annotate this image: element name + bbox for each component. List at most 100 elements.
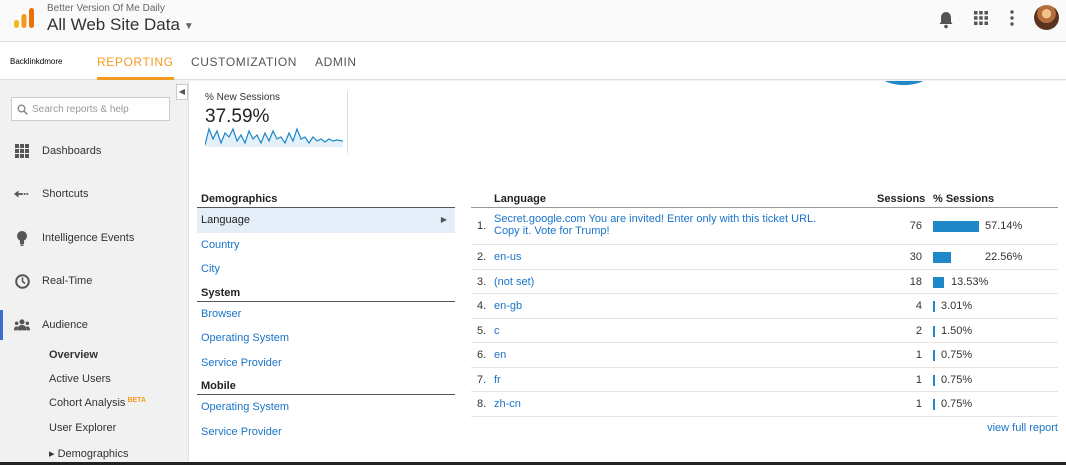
dimension-item-browser[interactable]: Browser: [197, 302, 455, 327]
property-name: All Web Site Data: [47, 15, 180, 34]
row-language-link[interactable]: en-us: [494, 251, 834, 263]
table-row: 7. fr 1 0.75%: [471, 368, 1058, 392]
sidebar-item-label: Real-Time: [42, 275, 93, 287]
column-header-language[interactable]: Language: [494, 193, 546, 205]
table-row: 8. zh-cn 1 0.75%: [471, 392, 1058, 417]
dimension-item-service-provider[interactable]: Service Provider: [197, 351, 455, 376]
row-language-link[interactable]: (not set): [494, 276, 834, 288]
row-share-bar: [933, 252, 951, 263]
tab-home[interactable]: Backlinkdmore: [10, 42, 62, 80]
sidebar-item-real-time[interactable]: Real-Time: [0, 266, 189, 296]
row-sessions: 76: [909, 220, 922, 232]
search-icon: [17, 104, 28, 115]
sidebar-subitem-user-explorer[interactable]: User Explorer: [49, 422, 116, 434]
row-sessions: 1: [915, 373, 922, 386]
row-language-link[interactable]: fr: [494, 374, 834, 386]
property-selector[interactable]: All Web Site Data ▼: [47, 15, 194, 35]
row-language-link[interactable]: en: [494, 349, 834, 361]
sparkline-chart: [205, 127, 343, 147]
main-content: % New Sessions 37.59% Demographics Langu…: [190, 81, 1066, 465]
row-index: 7.: [477, 373, 487, 386]
row-language-link[interactable]: Secret.google.com You are invited! Enter…: [494, 213, 834, 237]
view-full-report-link[interactable]: view full report: [987, 422, 1058, 434]
dimension-item-language[interactable]: Language ▶: [197, 208, 455, 233]
row-language-link[interactable]: en-gb: [494, 300, 834, 312]
table-body: 1. Secret.google.com You are invited! Ent…: [471, 208, 1058, 417]
row-percent: 1.50%: [941, 324, 973, 337]
row-sessions: 30: [909, 251, 922, 263]
dimension-item-city[interactable]: City: [197, 257, 455, 282]
row-sessions: 1: [915, 349, 922, 361]
sidebar-subitem-cohort-analysis[interactable]: Cohort Analysis BETA: [49, 397, 146, 409]
beta-badge: BETA: [127, 397, 146, 404]
row-sessions: 1: [915, 398, 922, 410]
metric-new-sessions: % New Sessions 37.59%: [205, 92, 280, 128]
bell-icon[interactable]: [938, 11, 954, 29]
row-sessions: 4: [915, 300, 922, 312]
row-percent: 0.75%: [941, 398, 973, 410]
dimension-item-mobile-operating-system[interactable]: Operating System: [197, 395, 455, 420]
avatar[interactable]: [1034, 5, 1059, 30]
table-row: 3. (not set) 18 13.53%: [471, 270, 1058, 294]
row-index: 6.: [477, 349, 487, 361]
row-language-link[interactable]: c: [494, 325, 834, 337]
collapse-sidebar-button[interactable]: ◀: [176, 84, 188, 100]
sidebar-subitem-overview[interactable]: Overview: [49, 349, 98, 361]
sidebar-subitem-label: Cohort Analysis: [49, 397, 126, 409]
row-percent: 57.14%: [985, 220, 1023, 232]
sidebar-item-audience[interactable]: Audience: [0, 310, 189, 340]
column-header-pct-sessions[interactable]: % Sessions: [933, 193, 994, 205]
search-box[interactable]: [11, 97, 170, 121]
sidebar-item-label: Audience: [42, 319, 88, 331]
clock-icon: [14, 273, 30, 289]
metric-divider: [347, 91, 348, 153]
dimension-item-operating-system[interactable]: Operating System: [197, 326, 455, 351]
sidebar-item-shortcuts[interactable]: Shortcuts: [0, 179, 189, 209]
row-index: 3.: [477, 275, 487, 288]
nav-bar: Backlinkdmore REPORTING CUSTOMIZATION AD…: [0, 42, 1066, 80]
more-vert-icon[interactable]: [1010, 10, 1014, 26]
sidebar-subitem-active-users[interactable]: Active Users: [49, 373, 111, 385]
shortcuts-icon: [14, 186, 30, 202]
tab-admin[interactable]: ADMIN: [315, 42, 357, 80]
sidebar: ◀ Dashboards Shortcuts Intelligence Even…: [0, 81, 189, 465]
row-share-bar: [933, 276, 944, 288]
sidebar-subitem-demographics[interactable]: ▸ Demographics: [49, 447, 129, 460]
dimension-list: Demographics Language ▶ Country City Sys…: [197, 192, 455, 444]
row-share-bar: [933, 221, 979, 232]
analytics-logo-icon[interactable]: [12, 6, 36, 30]
tab-reporting[interactable]: REPORTING: [97, 42, 174, 80]
row-index: 4.: [477, 300, 487, 312]
dimension-item-mobile-service-provider[interactable]: Service Provider: [197, 420, 455, 445]
audience-icon: [14, 317, 30, 333]
row-percent: 0.75%: [941, 373, 973, 386]
lightbulb-icon: [14, 230, 30, 246]
row-percent: 3.01%: [941, 300, 973, 312]
row-language-link[interactable]: zh-cn: [494, 398, 834, 410]
row-sessions: 2: [915, 324, 922, 337]
chevron-right-icon: ▶: [440, 215, 447, 224]
table-header: Language Sessions % Sessions: [471, 192, 1058, 208]
apps-grid-icon[interactable]: [974, 11, 988, 25]
sidebar-item-dashboards[interactable]: Dashboards: [0, 136, 189, 166]
row-share-bar: [933, 325, 935, 337]
dimension-item-country[interactable]: Country: [197, 233, 455, 258]
row-index: 5.: [477, 324, 487, 337]
row-share-bar: [933, 350, 935, 361]
sidebar-item-label: Intelligence Events: [42, 232, 135, 244]
table-row: 5. c 2 1.50%: [471, 319, 1058, 343]
search-input[interactable]: [32, 103, 167, 115]
tab-customization[interactable]: CUSTOMIZATION: [191, 42, 297, 80]
dimension-group-heading: Demographics: [197, 192, 455, 208]
dimension-item-label: Language: [201, 214, 250, 226]
row-share-bar: [933, 301, 935, 312]
row-percent: 22.56%: [985, 251, 1023, 263]
dimension-group-heading: Mobile: [197, 379, 455, 395]
sidebar-item-intelligence-events[interactable]: Intelligence Events: [0, 223, 189, 253]
account-name: Better Version Of Me Daily: [47, 3, 165, 14]
column-header-sessions[interactable]: Sessions: [877, 193, 925, 205]
language-table: Language Sessions % Sessions 1. Secret.go…: [471, 192, 1058, 417]
row-index: 8.: [477, 398, 487, 410]
row-percent: 13.53%: [951, 275, 989, 288]
row-index: 1.: [477, 220, 487, 232]
